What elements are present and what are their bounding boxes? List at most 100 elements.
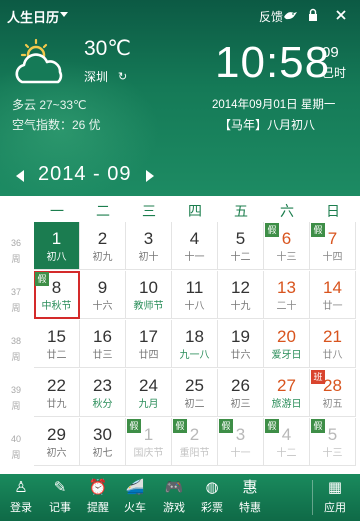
toolbar-button-4[interactable]: 🎮 游戏	[155, 474, 193, 521]
toolbar-label: 记事	[49, 502, 71, 514]
week-number-label: 周	[11, 254, 21, 264]
holiday-badge: 假	[127, 419, 141, 433]
day-cell[interactable]: 30 初七	[80, 418, 126, 466]
day-cell[interactable]: 假 7 十四	[310, 222, 356, 270]
current-month[interactable]: 2014 - 09	[38, 163, 132, 186]
lunar-day-label: 十二	[276, 448, 297, 459]
week-number: 38 周	[0, 320, 32, 369]
weekday-header: 一二三四五六日	[0, 196, 360, 222]
day-number: 24	[139, 376, 158, 395]
skin-bird-icon[interactable]	[282, 8, 298, 22]
holiday-badge: 假	[265, 419, 279, 433]
day-cell[interactable]: 16 廿三	[80, 320, 126, 368]
week-number-label: 周	[11, 303, 21, 313]
day-number: 23	[93, 376, 112, 395]
day-number: 12	[231, 278, 250, 297]
lunar-day-label: 国庆节	[133, 448, 164, 459]
bottom-toolbar: ♙ 登录 ✎ 记事 ⏰ 提醒 🚄 火车 🎮 游戏 ◍ 彩票惠特惠 ▦ 应用	[0, 474, 360, 521]
day-cell[interactable]: 3 初十	[126, 222, 172, 270]
week-number-value: 40	[10, 434, 21, 444]
day-cell[interactable]: 假 4 十二	[264, 418, 310, 466]
day-cell[interactable]: 9 十六	[80, 271, 126, 319]
train-icon: 🚄	[125, 479, 145, 496]
day-cell[interactable]: 11 十八	[172, 271, 218, 319]
day-cell[interactable]: 20 爱牙日	[264, 320, 310, 368]
close-icon[interactable]	[333, 8, 349, 22]
holiday-badge: 假	[173, 419, 187, 433]
day-number: 4	[189, 229, 200, 248]
day-cell[interactable]: 23 秋分	[80, 369, 126, 417]
note-icon: ✎	[53, 479, 67, 496]
day-cell[interactable]: 假 1 国庆节	[126, 418, 172, 466]
day-number: 16	[93, 327, 112, 346]
day-cell[interactable]: 12 十九	[218, 271, 264, 319]
toolbar-button-0[interactable]: ♙ 登录	[2, 474, 40, 521]
toolbar-button-7[interactable]: ▦ 应用	[316, 474, 354, 521]
prev-month-arrow-icon[interactable]	[16, 170, 24, 182]
city-name[interactable]: 深圳	[84, 68, 108, 85]
alarm-clock-icon: ⏰	[88, 479, 108, 496]
toolbar-button-2[interactable]: ⏰ 提醒	[79, 474, 117, 521]
weekday-label: 二	[96, 203, 110, 219]
clock-time: 10:58	[215, 38, 331, 87]
gamepad-icon: 🎮	[164, 479, 184, 496]
lunar-day-label: 旅游日	[271, 399, 302, 410]
day-cell[interactable]: 10 教师节	[126, 271, 172, 319]
day-cell[interactable]: 26 初三	[218, 369, 264, 417]
day-cell[interactable]: 班 28 初五	[310, 369, 356, 417]
next-month-arrow-icon[interactable]	[146, 170, 154, 182]
day-cell[interactable]: 假 3 十一	[218, 418, 264, 466]
holiday-badge: 假	[219, 419, 233, 433]
day-cell[interactable]: 15 廿二	[34, 320, 80, 368]
day-number: 30	[93, 425, 112, 444]
lunar-day-label: 廿八	[322, 350, 343, 361]
lunar-day-label: 廿二	[46, 350, 67, 361]
person-icon: ♙	[14, 479, 28, 496]
lunar-day-label: 九一八	[179, 350, 210, 361]
holiday-badge: 假	[35, 272, 49, 286]
day-cell[interactable]: 13 二十	[264, 271, 310, 319]
holiday-badge: 假	[311, 419, 325, 433]
day-cell[interactable]: 17 廿四	[126, 320, 172, 368]
temperature: 30℃	[84, 37, 131, 60]
lunar-day-label: 十一	[184, 252, 205, 263]
week-number-label: 周	[11, 401, 21, 411]
day-number: 27	[277, 376, 296, 395]
toolbar-label: 火车	[124, 502, 146, 514]
refresh-weather-icon[interactable]: ↻	[118, 70, 127, 83]
toolbar-label: 应用	[324, 502, 346, 514]
day-cell[interactable]: 1 初八	[34, 222, 80, 270]
day-cell[interactable]: 19 廿六	[218, 320, 264, 368]
day-cell[interactable]: 5 十二	[218, 222, 264, 270]
day-cell[interactable]: 21 廿八	[310, 320, 356, 368]
day-cell[interactable]: 假 2 重阳节	[172, 418, 218, 466]
day-cell[interactable]: 22 廿九	[34, 369, 80, 417]
day-cell[interactable]: 18 九一八	[172, 320, 218, 368]
menu-dropdown-icon[interactable]	[60, 12, 68, 17]
lunar-date: 【马年】八月初八	[219, 118, 316, 132]
weekday-label: 日	[326, 203, 340, 219]
day-cell[interactable]: 假 6 十三	[264, 222, 310, 270]
day-cell[interactable]: 29 初六	[34, 418, 80, 466]
app-title[interactable]: 人生日历	[7, 7, 59, 26]
day-cell[interactable]: 27 旅游日	[264, 369, 310, 417]
lunar-day-label: 十六	[92, 301, 113, 312]
lunar-day-label: 十一	[230, 448, 251, 459]
day-cell[interactable]: 24 九月	[126, 369, 172, 417]
toolbar-button-5[interactable]: ◍ 彩票	[193, 474, 231, 521]
lock-icon[interactable]	[305, 8, 321, 22]
day-cell[interactable]: 假 8 中秋节	[34, 271, 80, 319]
toolbar-button-1[interactable]: ✎ 记事	[41, 474, 79, 521]
toolbar-button-3[interactable]: 🚄 火车	[116, 474, 154, 521]
title-bar[interactable]: 人生日历 反馈	[0, 0, 360, 30]
feedback-link[interactable]: 反馈	[259, 8, 283, 25]
day-cell[interactable]: 2 初九	[80, 222, 126, 270]
toolbar-button-6[interactable]: 惠特惠	[231, 474, 269, 521]
lunar-day-label: 秋分	[92, 399, 113, 410]
weekday-label: 五	[234, 203, 248, 219]
day-cell[interactable]: 14 廿一	[310, 271, 356, 319]
day-cell[interactable]: 4 十一	[172, 222, 218, 270]
apps-grid-icon: ▦	[327, 479, 343, 496]
day-cell[interactable]: 25 初二	[172, 369, 218, 417]
day-cell[interactable]: 假 5 十三	[310, 418, 356, 466]
